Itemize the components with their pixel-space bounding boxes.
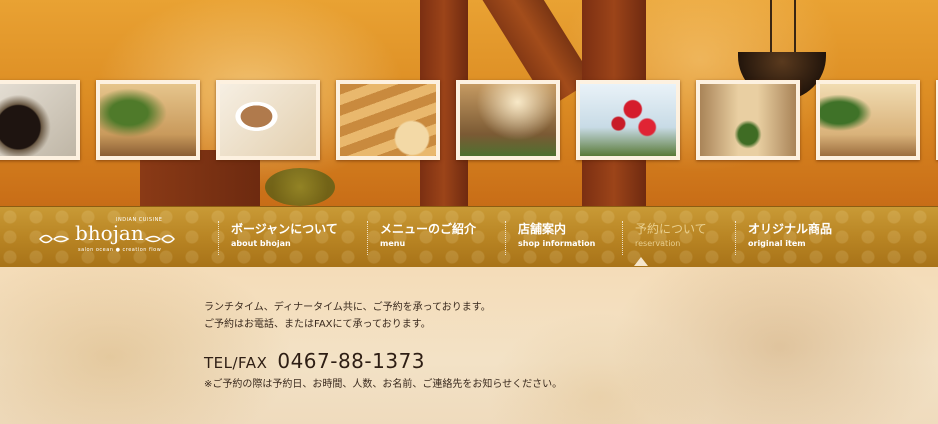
nav-menu-label: メニューのご紹介 <box>380 222 477 236</box>
bhojan-logo[interactable]: INDIAN CUISINE bhojan salon ocean ● crea… <box>38 215 178 261</box>
nav-reservation[interactable]: 予約について reservation <box>622 221 707 255</box>
logo-wordmark: bhojan <box>75 221 144 245</box>
reservation-content: ランチタイム、ディナータイム共に、ご予約を承っております。 ご予約はお電話、また… <box>0 267 938 424</box>
nav-shop-sublabel: shop information <box>518 239 596 248</box>
gallery-thumb-dining-room[interactable] <box>96 80 200 160</box>
main-navigation: INDIAN CUISINE bhojan salon ocean ● crea… <box>0 206 938 268</box>
nav-about-label: ボージャンについて <box>231 222 338 236</box>
nav-shop-label: 店舗案内 <box>518 222 567 236</box>
reservation-note: ※ご予約の際は予約日、お時間、人数、お名前、ご連絡先をお知らせください。 <box>204 379 563 390</box>
ornament-left-icon <box>39 234 70 244</box>
tel-fax-number[interactable]: 0467-88-1373 <box>277 349 425 373</box>
reservation-intro-line1: ランチタイム、ディナータイム共に、ご予約を承っております。 <box>204 302 491 313</box>
ornament-right-icon <box>144 234 175 244</box>
gallery-thumb-chai[interactable] <box>216 80 320 160</box>
reservation-intro-line2: ご予約はお電話、またはFAXにて承っております。 <box>204 319 431 330</box>
nav-shop-information[interactable]: 店舗案内 shop information <box>505 221 595 255</box>
phone-fax-block: TEL/FAX 0467-88-1373 <box>204 349 425 373</box>
nav-about[interactable]: ボージャンについて about bhojan <box>218 221 338 255</box>
nav-about-sublabel: about bhojan <box>231 239 291 248</box>
nav-original-item[interactable]: オリジナル商品 original item <box>735 221 832 255</box>
gallery-thumb-entrance[interactable] <box>696 80 800 160</box>
hanging-lamp-chain <box>770 0 796 55</box>
nav-menu-sublabel: menu <box>380 239 406 248</box>
logo-tagline-bottom: salon ocean ● creation flow <box>78 247 162 253</box>
nav-reservation-label: 予約について <box>635 222 707 236</box>
gallery-thumb-dining-hall[interactable] <box>456 80 560 160</box>
nav-original-sublabel: original item <box>748 239 806 248</box>
gallery-thumb-sweets[interactable] <box>336 80 440 160</box>
nav-reservation-sublabel: reservation <box>635 239 681 248</box>
plant-leaves <box>265 168 335 206</box>
nav-menu[interactable]: メニューのご紹介 menu <box>367 221 476 255</box>
gallery-thumb-spices[interactable] <box>0 80 80 160</box>
tel-fax-label: TEL/FAX <box>204 354 268 372</box>
hero-photo-banner <box>0 0 938 206</box>
gallery-thumb-flowers[interactable] <box>576 80 680 160</box>
active-indicator-caret-icon <box>634 257 648 266</box>
nav-original-label: オリジナル商品 <box>748 222 833 236</box>
gallery-thumb-tables[interactable] <box>816 80 920 160</box>
